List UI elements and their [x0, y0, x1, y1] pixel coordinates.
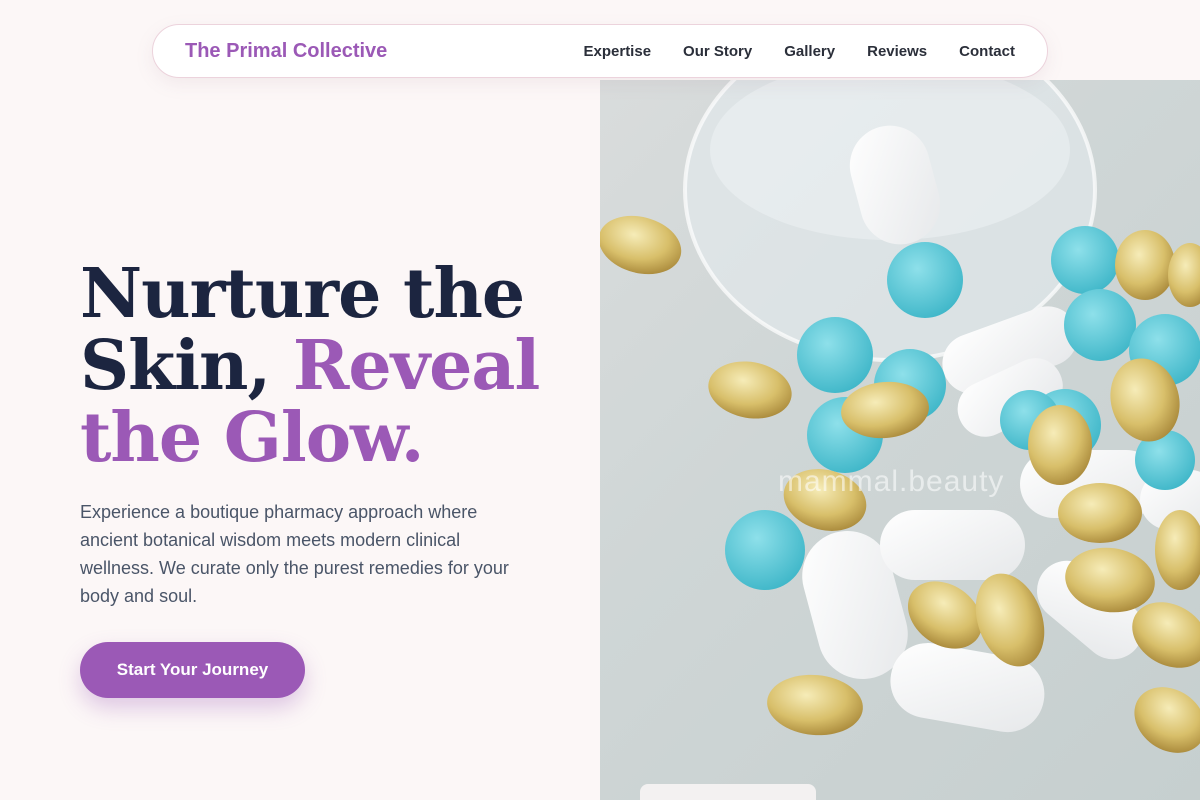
nav-link-gallery[interactable]: Gallery	[784, 43, 835, 60]
nav-link-contact[interactable]: Contact	[959, 43, 1015, 60]
nav-link-our-story[interactable]: Our Story	[683, 43, 752, 60]
nav-link-reviews[interactable]: Reviews	[867, 43, 927, 60]
nav-link-expertise[interactable]: Expertise	[584, 43, 652, 60]
brand-logo[interactable]: The Primal Collective	[185, 40, 387, 63]
nav-links: Expertise Our Story Gallery Reviews Cont…	[584, 43, 1016, 60]
start-journey-button[interactable]: Start Your Journey	[80, 642, 305, 698]
hero-description: Experience a boutique pharmacy approach …	[80, 502, 509, 606]
image-caption-card	[640, 784, 816, 800]
navbar: The Primal Collective Expertise Our Stor…	[152, 24, 1048, 78]
image-watermark: mammal.beauty	[778, 465, 1005, 498]
pills-illustration	[600, 80, 1200, 753]
hero-image: mammal.beauty	[600, 80, 1200, 800]
hero-headline: Nurture the Skin, Reveal the Glow.	[80, 258, 580, 474]
